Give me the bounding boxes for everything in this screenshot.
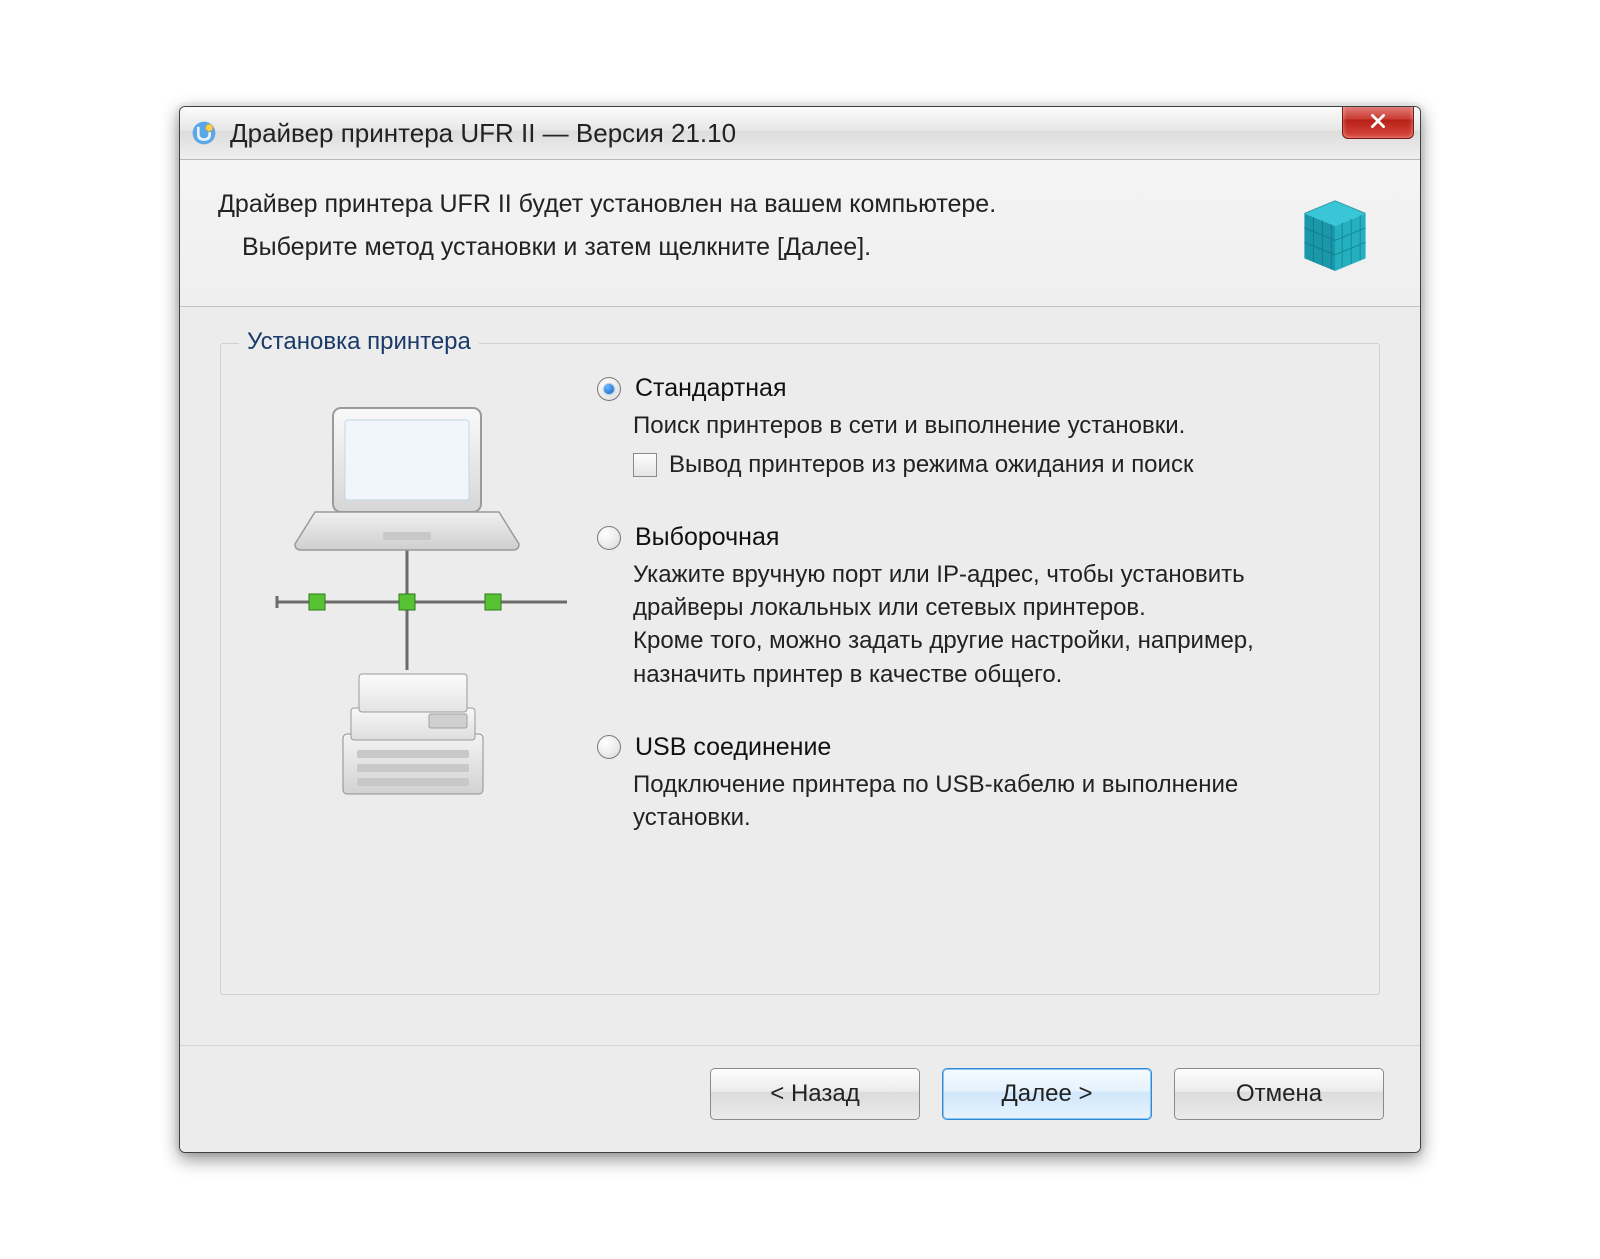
option-custom: Выборочная Укажите вручную порт или IP-а… bbox=[597, 523, 1353, 690]
close-icon bbox=[1369, 112, 1387, 130]
installer-dialog: Драйвер принтера UFR II — Версия 21.10 Д… bbox=[179, 106, 1421, 1153]
radio-custom[interactable] bbox=[597, 526, 621, 550]
header-line-2: Выберите метод установки и затем щелкнит… bbox=[242, 233, 996, 262]
option-usb: USB соединение Подключение принтера по U… bbox=[597, 733, 1353, 834]
option-usb-desc: Подключение принтера по USB-кабелю и вып… bbox=[633, 768, 1353, 834]
titlebar: Драйвер принтера UFR II — Версия 21.10 bbox=[180, 107, 1420, 160]
close-button[interactable] bbox=[1342, 106, 1414, 139]
network-diagram bbox=[247, 374, 577, 854]
radio-usb[interactable] bbox=[597, 735, 621, 759]
dialog-header: Драйвер принтера UFR II будет установлен… bbox=[180, 160, 1420, 307]
header-line-1: Драйвер принтера UFR II будет установлен… bbox=[218, 190, 996, 219]
group-legend: Установка принтера bbox=[239, 328, 479, 356]
option-standard-desc: Поиск принтеров в сети и выполнение уста… bbox=[633, 409, 1353, 442]
cancel-button[interactable]: Отмена bbox=[1174, 1068, 1384, 1120]
checkbox-wake-printers[interactable] bbox=[633, 453, 657, 477]
back-button[interactable]: < Назад bbox=[710, 1068, 920, 1120]
option-custom-desc: Укажите вручную порт или IP-адрес, чтобы… bbox=[633, 558, 1353, 690]
checkbox-wake-printers-label: Вывод принтеров из режима ожидания и пои… bbox=[669, 448, 1193, 481]
window-title: Драйвер принтера UFR II — Версия 21.10 bbox=[230, 118, 736, 149]
next-button[interactable]: Далее > bbox=[942, 1068, 1152, 1120]
dialog-body: Установка принтера bbox=[180, 307, 1420, 1045]
app-icon bbox=[190, 119, 218, 147]
install-method-group: Установка принтера bbox=[220, 343, 1380, 995]
header-text: Драйвер принтера UFR II будет установлен… bbox=[218, 190, 996, 262]
install-icon bbox=[1290, 190, 1380, 280]
option-usb-label: USB соединение bbox=[635, 733, 831, 762]
radio-standard[interactable] bbox=[597, 377, 621, 401]
option-custom-label: Выборочная bbox=[635, 523, 779, 552]
option-standard: Стандартная Поиск принтеров в сети и вып… bbox=[597, 374, 1353, 481]
option-standard-label: Стандартная bbox=[635, 374, 786, 403]
install-options: Стандартная Поиск принтеров в сети и вып… bbox=[577, 374, 1353, 834]
dialog-footer: < Назад Далее > Отмена bbox=[180, 1045, 1420, 1152]
